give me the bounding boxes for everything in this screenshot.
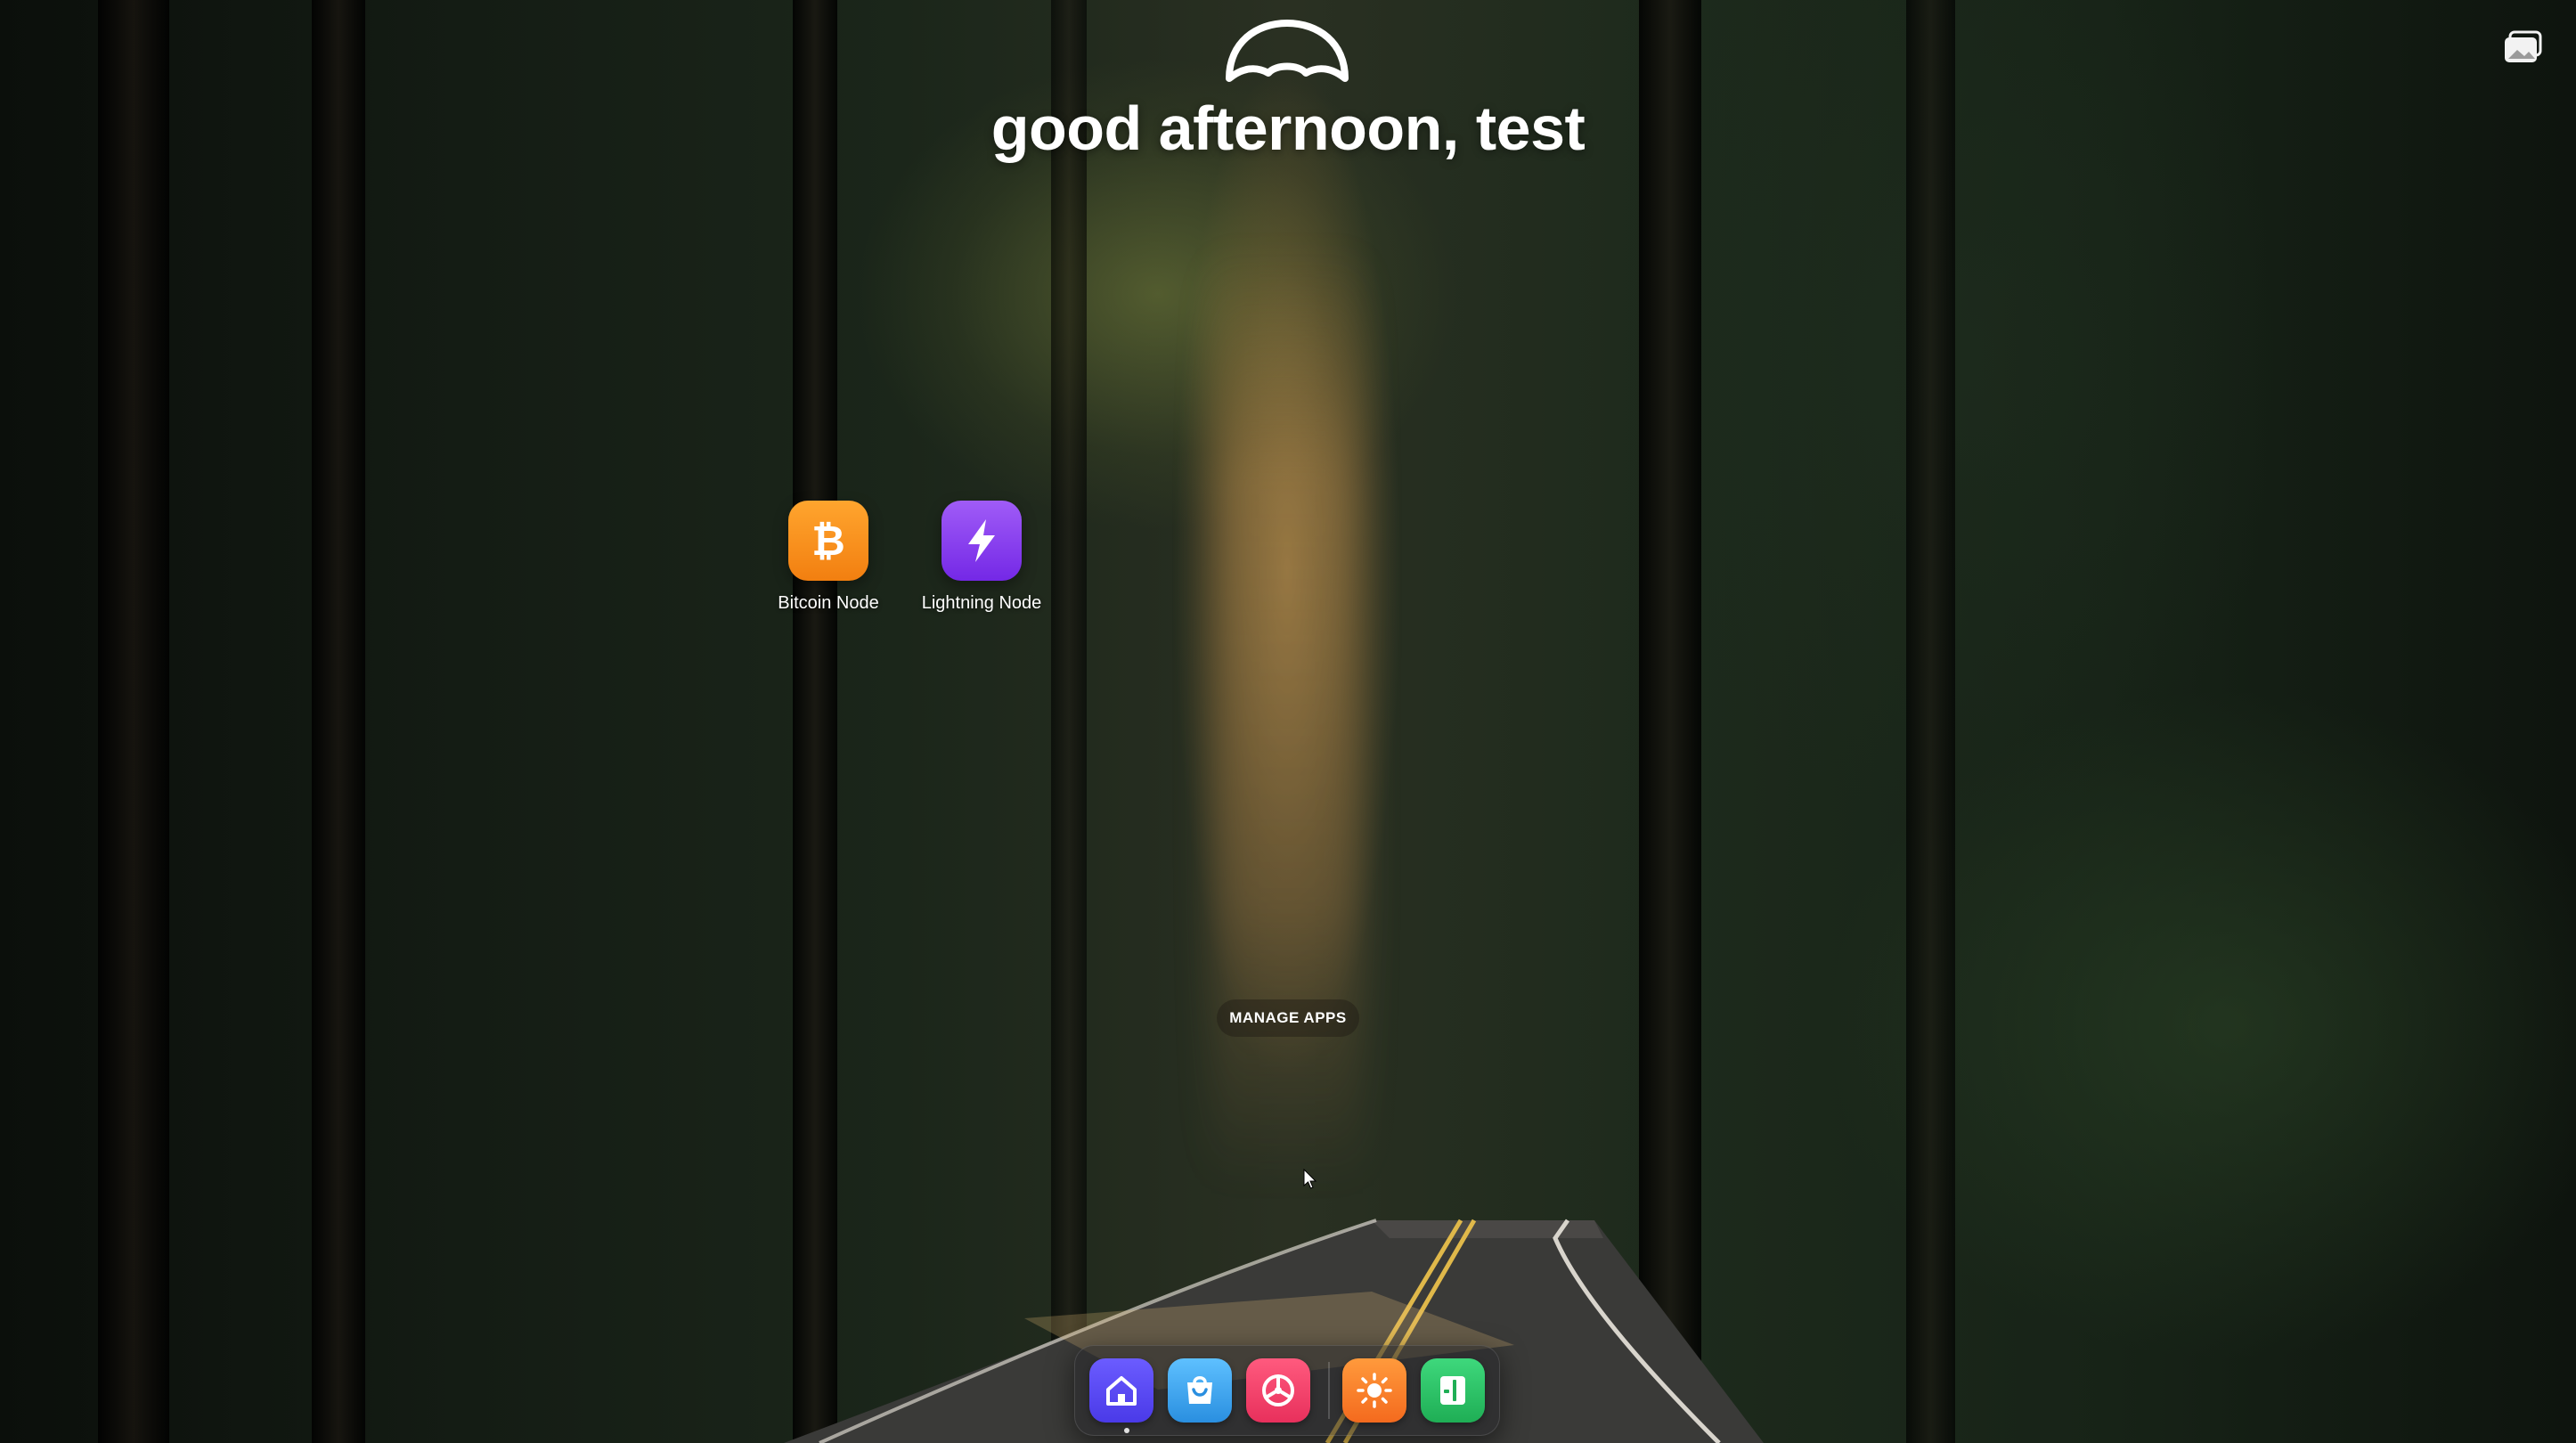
shopping-bag-icon: [1187, 1376, 1212, 1404]
manage-apps-button[interactable]: MANAGE APPS: [1217, 999, 1359, 1037]
dock-widgets-button[interactable]: [1421, 1358, 1485, 1423]
mouse-cursor-icon: [1303, 1169, 1317, 1189]
app-label: Lightning Node: [921, 593, 1042, 613]
dock-app-store-button[interactable]: [1168, 1358, 1232, 1423]
home-icon: [1106, 1376, 1137, 1406]
dock-live-usage-button[interactable]: [1342, 1358, 1406, 1423]
change-wallpaper-icon[interactable]: [2501, 27, 2544, 66]
gear-icon: [1262, 1374, 1294, 1406]
app-lightning-node[interactable]: Lightning Node: [901, 501, 1062, 614]
dock-home-button[interactable]: [1089, 1358, 1153, 1423]
svg-text:₿: ₿: [811, 518, 845, 564]
greeting-heading: good afternoon, test: [990, 94, 1586, 163]
dock-settings-button[interactable]: [1246, 1358, 1310, 1423]
desktop-wallpaper: good afternoon, test ₿ Bitcoin Node Ligh…: [0, 0, 2576, 1443]
app-bitcoin-node[interactable]: ₿ Bitcoin Node: [748, 501, 909, 614]
app-label: Bitcoin Node: [778, 593, 879, 613]
bitcoin-icon: ₿: [788, 501, 868, 581]
widget-panel-icon: [1440, 1376, 1465, 1405]
dock-separator: [1328, 1362, 1330, 1419]
sun-icon: [1357, 1373, 1392, 1408]
light-beam: [1211, 249, 1363, 1185]
dock: [1074, 1345, 1500, 1436]
umbrel-logo-icon: [1226, 20, 1349, 82]
lightning-icon: [942, 501, 1022, 581]
active-indicator: [1124, 1428, 1129, 1433]
